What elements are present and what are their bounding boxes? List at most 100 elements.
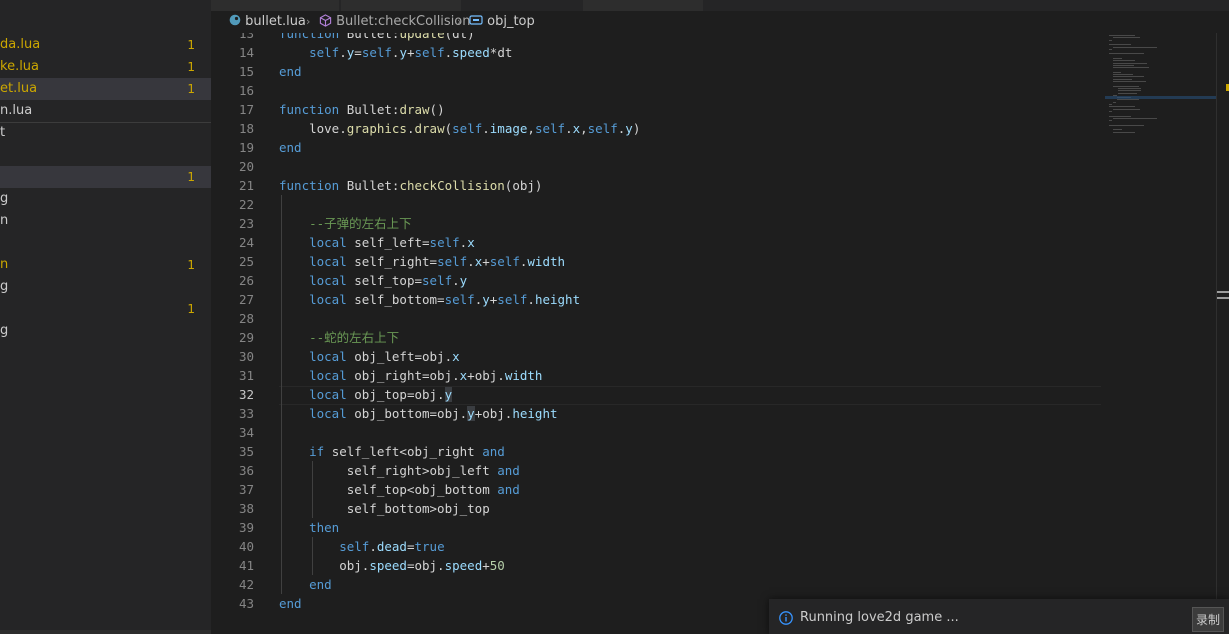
- explorer-item[interactable]: t: [0, 122, 211, 144]
- code-line[interactable]: local obj_bottom=obj.y+obj.height: [279, 404, 558, 423]
- sidebar-bottom-panel[interactable]: [0, 630, 211, 634]
- code-line[interactable]: self_right>obj_left and: [279, 461, 520, 480]
- scrollbar-track-edge: [1216, 33, 1217, 634]
- explorer-item-label: g: [0, 323, 9, 338]
- problem-count-badge: 1: [187, 82, 195, 96]
- minimap-line: [1113, 85, 1139, 87]
- code-line[interactable]: function Bullet:checkCollision(obj): [279, 176, 542, 195]
- minimap-line: [1109, 35, 1135, 36]
- line-number: 41: [238, 558, 254, 573]
- code-line[interactable]: local obj_top=obj.y: [279, 385, 453, 404]
- notification-toast[interactable]: Running love2d game ...: [769, 599, 1229, 634]
- explorer-item[interactable]: n: [0, 210, 211, 232]
- minimap-line: [1113, 129, 1122, 131]
- minimap-line: [1109, 115, 1131, 117]
- record-button[interactable]: 录制: [1192, 607, 1224, 632]
- info-icon: [779, 611, 793, 625]
- code-line[interactable]: function Bullet:update(dt): [279, 33, 475, 43]
- breadcrumb-file[interactable]: bullet.lua: [229, 11, 306, 33]
- minimap-line: [1113, 76, 1144, 78]
- overview-ruler-scrollbar[interactable]: [1216, 33, 1229, 634]
- code-line[interactable]: end: [279, 138, 302, 157]
- code-line[interactable]: --蛇的左右上下: [279, 328, 399, 347]
- breadcrumb-symbol[interactable]: obj_top: [469, 11, 535, 33]
- line-number: 38: [238, 501, 254, 516]
- code-line[interactable]: love.graphics.draw(self.image,self.x,sel…: [279, 119, 640, 138]
- code-line[interactable]: end: [279, 575, 332, 594]
- explorer-item[interactable]: 1: [0, 166, 211, 188]
- minimap-line: [1109, 53, 1144, 55]
- explorer-item-label: ke.lua: [0, 59, 40, 74]
- code-line[interactable]: end: [279, 594, 302, 613]
- problem-count-badge: 1: [187, 60, 195, 74]
- explorer-item[interactable]: n.lua: [0, 100, 211, 122]
- minimap-line: [1117, 99, 1139, 101]
- explorer-item[interactable]: g: [0, 188, 211, 210]
- code-line[interactable]: local obj_left=obj.x: [279, 347, 460, 366]
- line-number: 13: [238, 33, 254, 41]
- code-line[interactable]: local self_left=self.x: [279, 233, 475, 252]
- explorer-item[interactable]: ke.lua 1: [0, 56, 211, 78]
- code-line[interactable]: local obj_right=obj.x+obj.width: [279, 366, 542, 385]
- editor-tab[interactable]: [341, 0, 461, 11]
- explorer-item[interactable]: g: [0, 320, 211, 342]
- code-line[interactable]: self.dead=true: [279, 537, 444, 556]
- code-line[interactable]: local self_right=self.x+self.width: [279, 252, 565, 271]
- code-line[interactable]: end: [279, 62, 302, 81]
- code-area[interactable]: function Bullet:update(dt) self.y=self.y…: [279, 33, 1229, 634]
- line-number: 31: [238, 368, 254, 383]
- breadcrumb-method[interactable]: Bullet:checkCollision: [319, 11, 471, 33]
- editor-tab[interactable]: [583, 0, 703, 11]
- code-line[interactable]: local self_bottom=self.y+self.height: [279, 290, 580, 309]
- minimap[interactable]: [1105, 33, 1217, 143]
- code-line[interactable]: self.y=self.y+self.speed*dt: [279, 43, 512, 62]
- editor-tab[interactable]: [211, 0, 339, 11]
- tab-strip: [211, 0, 1229, 11]
- line-number: 27: [238, 292, 254, 307]
- code-line[interactable]: self_bottom>obj_top: [279, 499, 490, 518]
- explorer-item[interactable]: [0, 144, 211, 166]
- indent-guide: [312, 537, 313, 575]
- explorer-item[interactable]: 1: [0, 298, 211, 320]
- line-number: 33: [238, 406, 254, 421]
- explorer-item[interactable]: [0, 232, 211, 254]
- line-number: 21: [238, 178, 254, 193]
- line-number-gutter: 13 14 15 16 17 18 19 20 21 22 23 24 25 26 27 28 29 30 31 32…: [211, 33, 256, 634]
- minimap-line: [1109, 104, 1112, 105]
- code-line[interactable]: self_top<obj_bottom and: [279, 480, 520, 499]
- explorer-item[interactable]: n1: [0, 254, 211, 276]
- minimap-line: [1113, 60, 1135, 62]
- line-number: 17: [238, 102, 254, 117]
- explorer-item-label: t: [0, 125, 6, 140]
- line-number: 42: [238, 577, 254, 592]
- code-line[interactable]: function Bullet:draw(): [279, 100, 445, 119]
- minimap-line: [1118, 92, 1137, 94]
- breadcrumb-symbol-label: obj_top: [487, 14, 535, 29]
- explorer-item[interactable]: et.lua 1: [0, 78, 211, 100]
- breadcrumb-file-label: bullet.lua: [245, 14, 306, 29]
- line-number: 43: [238, 596, 254, 611]
- explorer-item-label: n: [0, 213, 9, 228]
- line-number: 37: [238, 482, 254, 497]
- minimap-line: [1113, 37, 1140, 39]
- method-cube-icon: [319, 14, 332, 27]
- sidebar-divider: [0, 122, 211, 123]
- code-editor[interactable]: 13 14 15 16 17 18 19 20 21 22 23 24 25 26 27 28 29 30 31 32…: [211, 33, 1229, 634]
- code-line[interactable]: local self_top=self.y: [279, 271, 467, 290]
- minimap-line: [1113, 78, 1132, 80]
- explorer-item-label: et.lua: [0, 81, 38, 96]
- breadcrumb: bullet.lua › Bullet:checkCollision › obj…: [211, 11, 1229, 33]
- minimap-viewport[interactable]: [1105, 96, 1217, 99]
- explorer-item[interactable]: da.lua 1: [0, 34, 211, 56]
- minimap-line: [1113, 62, 1147, 64]
- line-number: 22: [238, 197, 254, 212]
- minimap-line: [1118, 87, 1141, 89]
- problem-count-badge: 1: [187, 38, 195, 52]
- code-line[interactable]: then: [279, 518, 339, 537]
- variable-icon: [469, 15, 483, 25]
- problem-count-badge: 1: [187, 170, 195, 184]
- code-line[interactable]: --子弹的左右上下: [279, 214, 412, 233]
- explorer-item[interactable]: g: [0, 276, 211, 298]
- code-line[interactable]: if self_left<obj_right and: [279, 442, 505, 461]
- minimap-line: [1109, 124, 1144, 126]
